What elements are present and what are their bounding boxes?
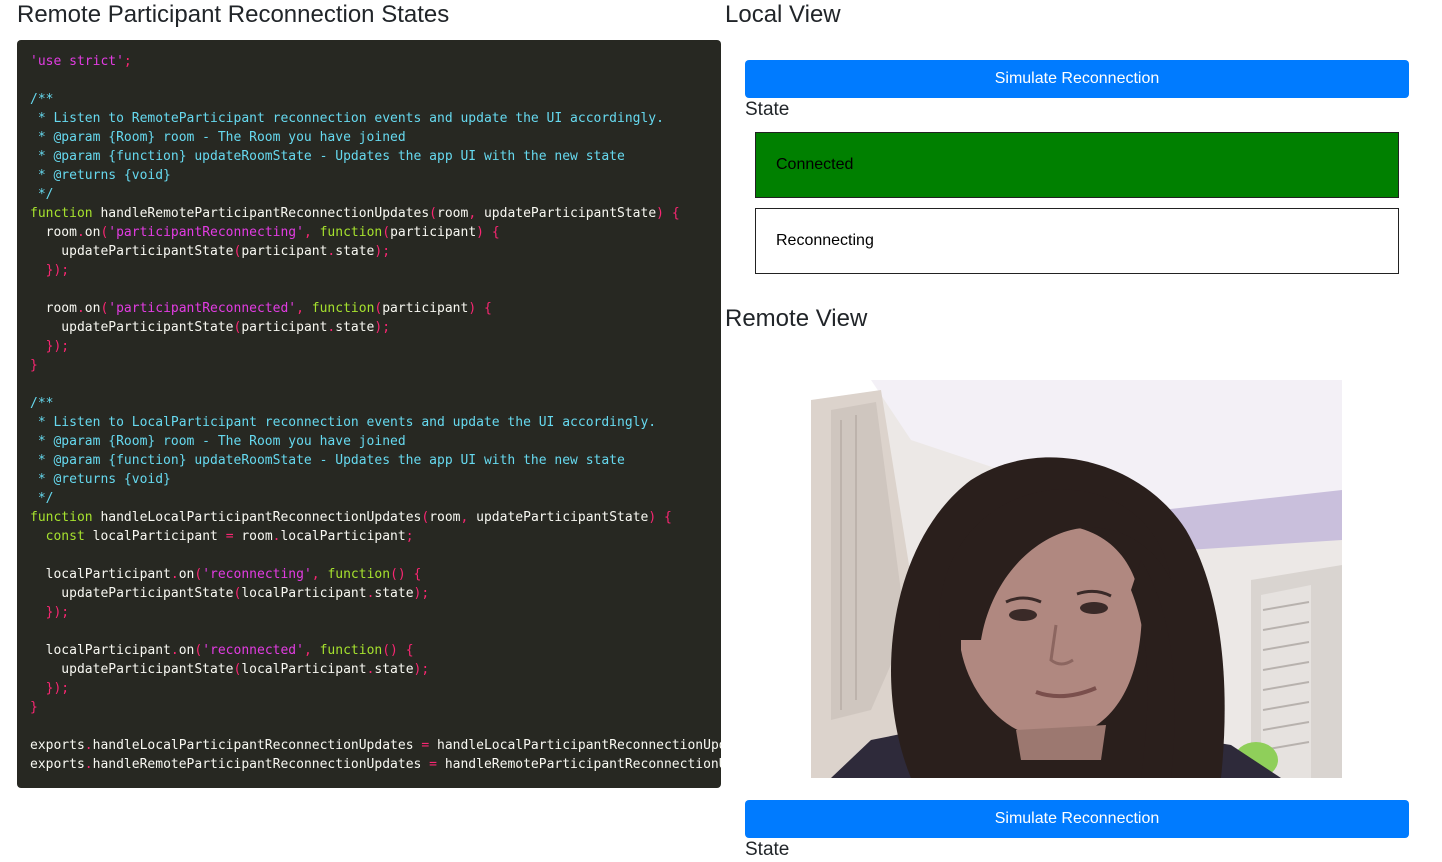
code-line: const localParticipant = room.localParti… bbox=[30, 529, 414, 544]
code-line: }); bbox=[30, 263, 70, 278]
code-line: */ bbox=[30, 491, 54, 506]
code-line: */ bbox=[30, 187, 54, 202]
code-line: updateParticipantState(participant.state… bbox=[30, 244, 391, 259]
state-connected-box: Connected bbox=[755, 132, 1399, 198]
code-block: 'use strict'; /** * Listen to RemotePart… bbox=[17, 40, 721, 774]
remote-state-label: State bbox=[745, 839, 790, 860]
code-line: * @param {Room} room - The Room you have… bbox=[30, 434, 406, 449]
code-line: exports.handleRemoteParticipantReconnect… bbox=[30, 757, 721, 772]
local-simulate-reconnection-button[interactable]: Simulate Reconnection bbox=[745, 60, 1409, 98]
code-line: } bbox=[30, 700, 38, 715]
local-view-title: Local View bbox=[725, 1, 841, 28]
code-viewer[interactable]: 'use strict'; /** * Listen to RemotePart… bbox=[17, 40, 721, 788]
code-line: }); bbox=[30, 339, 70, 354]
code-line: }); bbox=[30, 681, 70, 696]
code-line: }); bbox=[30, 605, 70, 620]
remote-simulate-reconnection-button[interactable]: Simulate Reconnection bbox=[745, 800, 1409, 838]
code-line: localParticipant.on('reconnected', funct… bbox=[30, 643, 414, 658]
code-line: 'use strict'; bbox=[30, 54, 132, 69]
code-line: room.on('participantReconnecting', funct… bbox=[30, 225, 500, 240]
code-line: exports.handleLocalParticipantReconnecti… bbox=[30, 738, 721, 753]
code-line: updateParticipantState(localParticipant.… bbox=[30, 662, 430, 677]
code-line: /** bbox=[30, 92, 54, 107]
code-line: * @param {function} updateRoomState - Up… bbox=[30, 149, 625, 164]
state-reconnecting-box: Reconnecting bbox=[755, 208, 1399, 274]
code-line: } bbox=[30, 358, 38, 373]
code-line: * @param {function} updateRoomState - Up… bbox=[30, 453, 625, 468]
remote-view-title: Remote View bbox=[725, 305, 868, 332]
code-line: * @returns {void} bbox=[30, 472, 171, 487]
code-line: room.on('participantReconnected', functi… bbox=[30, 301, 492, 316]
code-line: * Listen to LocalParticipant reconnectio… bbox=[30, 415, 657, 430]
code-line: * @returns {void} bbox=[30, 168, 171, 183]
code-line: /** bbox=[30, 396, 54, 411]
code-line: updateParticipantState(localParticipant.… bbox=[30, 586, 430, 601]
video-frame-image bbox=[811, 380, 1342, 778]
code-line: localParticipant.on('reconnecting', func… bbox=[30, 567, 422, 582]
code-line: * Listen to RemoteParticipant reconnecti… bbox=[30, 111, 664, 126]
code-panel-title: Remote Participant Reconnection States bbox=[17, 1, 450, 28]
state-reconnecting-label: Reconnecting bbox=[776, 232, 874, 249]
local-state-label: State bbox=[745, 99, 790, 120]
code-line: * @param {Room} room - The Room you have… bbox=[30, 130, 406, 145]
code-line: function handleRemoteParticipantReconnec… bbox=[30, 206, 680, 221]
code-line: function handleLocalParticipantReconnect… bbox=[30, 510, 672, 525]
state-connected-label: Connected bbox=[776, 156, 854, 173]
code-line: updateParticipantState(participant.state… bbox=[30, 320, 391, 335]
remote-participant-video bbox=[811, 380, 1342, 778]
